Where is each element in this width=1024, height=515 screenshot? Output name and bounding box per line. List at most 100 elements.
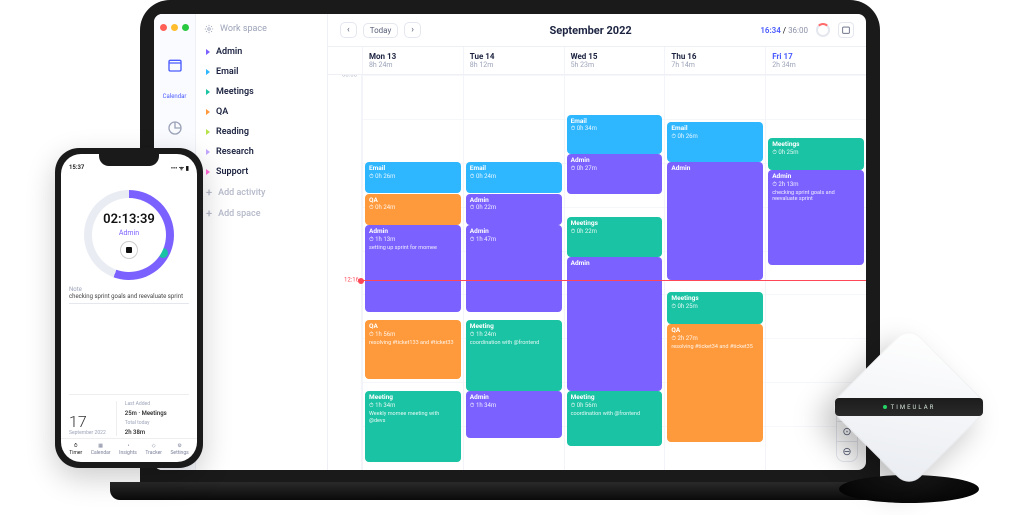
disclosure-icon	[206, 129, 210, 135]
time-tracked-current: 16:34	[760, 26, 780, 35]
calendar-event[interactable]: Email⏱ 0h 34m	[567, 115, 663, 155]
minimize-icon[interactable]	[171, 24, 178, 31]
sidebar-item-admin[interactable]: Admin	[204, 42, 319, 62]
time-status: 16:34 / 36:00	[760, 22, 854, 38]
day-name: Thu 16	[671, 52, 759, 61]
day-total: 2h 34m	[772, 61, 860, 69]
today-date: 17 September 2022	[69, 414, 106, 436]
calendar-event[interactable]: Meetings⏱ 0h 22m	[567, 217, 663, 257]
calendar-event[interactable]: Admin	[567, 257, 663, 391]
next-button[interactable]: ›	[404, 22, 421, 38]
workspace-label: Work space	[220, 24, 267, 34]
calendar-event[interactable]: QA⏱ 1h 56mresolving #ticket133 and #tick…	[365, 320, 461, 379]
calendar-icon	[841, 25, 851, 35]
sidebar-item-email[interactable]: Email	[204, 62, 319, 82]
calendar-event[interactable]: Meetings⏱ 0h 25m	[667, 292, 763, 324]
calendar-event[interactable]: Meeting⏱ 0h 56mcoordination with @fronte…	[567, 391, 663, 446]
phone-tab-tracker[interactable]: ◇Tracker	[145, 443, 162, 456]
add-activity[interactable]: + Add activity	[204, 182, 319, 203]
sidebar-item-reading[interactable]: Reading	[204, 122, 319, 142]
app-screen: Calendar Work space AdminEmailMeetingsQA…	[154, 14, 866, 470]
total-today-value: 2h 38m	[125, 429, 167, 436]
calendar-event[interactable]: Meeting⏱ 1h 24mcoordination with @fronte…	[466, 320, 562, 391]
today-stats: Last Added 25m · Meetings Total today 2h…	[116, 401, 167, 436]
nav-calendar[interactable]	[161, 51, 189, 79]
event-note: Weekly momee meeting with @devs	[369, 411, 457, 424]
day-column[interactable]: Email⏱ 0h 34mAdmin⏱ 0h 27m Meetings⏱ 0h 2…	[564, 75, 665, 470]
event-title: Email	[470, 165, 558, 173]
stop-button[interactable]	[120, 241, 138, 259]
event-duration: ⏱ 1h 34m	[369, 402, 457, 409]
sidebar-item-support[interactable]: Support	[204, 162, 319, 182]
event-duration: ⏱ 0h 24m	[470, 173, 558, 180]
calendar-event[interactable]: Meeting⏱ 1h 34mWeekly momee meeting with…	[365, 391, 461, 462]
phone-tab-label: Timer	[69, 450, 82, 456]
day-header[interactable]: Fri 172h 34m	[765, 47, 866, 74]
day-column[interactable]: Email⏱ 0h 26mAdminMeetings⏱ 0h 25mQA⏱ 2h…	[664, 75, 765, 470]
phone-tab-timer[interactable]: ⏱Timer	[69, 443, 82, 456]
calendar-event[interactable]: Email⏱ 0h 24m	[466, 162, 562, 194]
add-space[interactable]: + Add space	[204, 203, 319, 224]
date-month: September	[69, 430, 93, 436]
calendar-event[interactable]: QA⏱ 0h 24m	[365, 194, 461, 226]
event-note: coordination with @frontend	[470, 340, 558, 347]
power-led-icon	[883, 405, 887, 409]
day-column[interactable]: Email⏱ 0h 26mQA⏱ 0h 24mAdmin⏱ 1h 13msett…	[362, 75, 463, 470]
phone-tab-settings[interactable]: ⚙Settings	[170, 443, 188, 456]
note-input[interactable]: checking sprint goals and reevaluate spr…	[69, 293, 189, 304]
calendar-icon	[167, 57, 183, 73]
day-header[interactable]: Thu 167h 14m	[664, 47, 765, 74]
sidebar-item-meetings[interactable]: Meetings	[204, 82, 319, 102]
calendar-event[interactable]: Admin⏱ 0h 27m	[567, 154, 663, 194]
workspace-header[interactable]: Work space	[204, 24, 319, 34]
disclosure-icon	[206, 89, 210, 95]
calendar-event[interactable]: Admin⏱ 1h 13msetting up sprint for momee	[365, 225, 461, 312]
day-header[interactable]: Tue 148h 12m	[463, 47, 564, 74]
event-duration: ⏱ 1h 47m	[470, 236, 558, 243]
phone-tab-label: Settings	[170, 450, 188, 456]
close-icon[interactable]	[160, 24, 167, 31]
prev-button[interactable]: ‹	[340, 22, 357, 38]
event-title: QA	[369, 197, 457, 205]
event-duration: ⏱ 1h 34m	[470, 402, 558, 409]
nav-insights[interactable]	[161, 114, 189, 142]
calendar-event[interactable]: Admin⏱ 0h 22m	[466, 194, 562, 226]
sidebar-item-label: Reading	[216, 127, 249, 137]
day-name: Fri 17	[772, 52, 860, 61]
view-toggle[interactable]	[838, 22, 854, 38]
event-title: QA	[671, 327, 759, 335]
calendar-event[interactable]: Email⏱ 0h 26m	[365, 162, 461, 194]
phone-tab-insights[interactable]: ◔Insights	[119, 443, 137, 456]
calendar-event[interactable]: QA⏱ 2h 27mresolving #ticket34 and #ticke…	[667, 324, 763, 443]
window-controls[interactable]	[160, 20, 189, 37]
event-duration: ⏱ 2h 27m	[671, 335, 759, 342]
day-header[interactable]: Wed 155h 23m	[564, 47, 665, 74]
day-column[interactable]: Email⏱ 0h 24mAdmin⏱ 0h 22mAdmin⏱ 1h 47mM…	[463, 75, 564, 470]
calendar-event[interactable]: Email⏱ 0h 26m	[667, 122, 763, 162]
event-duration: ⏱ 0h 22m	[571, 228, 659, 235]
today-button[interactable]: Today	[363, 23, 399, 38]
day-header[interactable]: Mon 138h 24m	[362, 47, 463, 74]
event-duration: ⏱ 0h 22m	[470, 204, 558, 211]
phone-screen: 15:37 ••• ᯤ ▮ 02:13:39 Admin Note checki…	[61, 154, 197, 462]
calendar-event[interactable]: Admin	[667, 162, 763, 281]
sidebar-item-research[interactable]: Research	[204, 142, 319, 162]
sidebar-item-qa[interactable]: QA	[204, 102, 319, 122]
total-today-label: Total today	[125, 420, 167, 426]
maximize-icon[interactable]	[182, 24, 189, 31]
calendar-grid[interactable]: 08:0012:16 Email⏱ 0h 26mQA⏱ 0h 24mAdmin⏱…	[328, 75, 866, 470]
day-total: 5h 23m	[571, 61, 659, 69]
nav-calendar-label: Calendar	[163, 93, 187, 100]
now-indicator	[362, 280, 866, 281]
calendar-event[interactable]: Admin⏱ 1h 34m	[466, 391, 562, 438]
calendar-event[interactable]: Admin⏱ 2h 13mchecking sprint goals and r…	[768, 170, 864, 265]
event-title: Email	[671, 125, 759, 133]
phone-tab-calendar[interactable]: ▦Calendar	[91, 443, 111, 456]
event-duration: ⏱ 0h 25m	[671, 303, 759, 310]
calendar-event[interactable]: Meetings⏱ 0h 25m	[768, 138, 864, 170]
day-name: Wed 15	[571, 52, 659, 61]
phone-notch	[99, 154, 159, 166]
calendar-event[interactable]: Admin⏱ 1h 47m	[466, 225, 562, 312]
timer-icon: ⏱	[74, 443, 78, 449]
phone-frame: 15:37 ••• ᯤ ▮ 02:13:39 Admin Note checki…	[55, 148, 203, 468]
